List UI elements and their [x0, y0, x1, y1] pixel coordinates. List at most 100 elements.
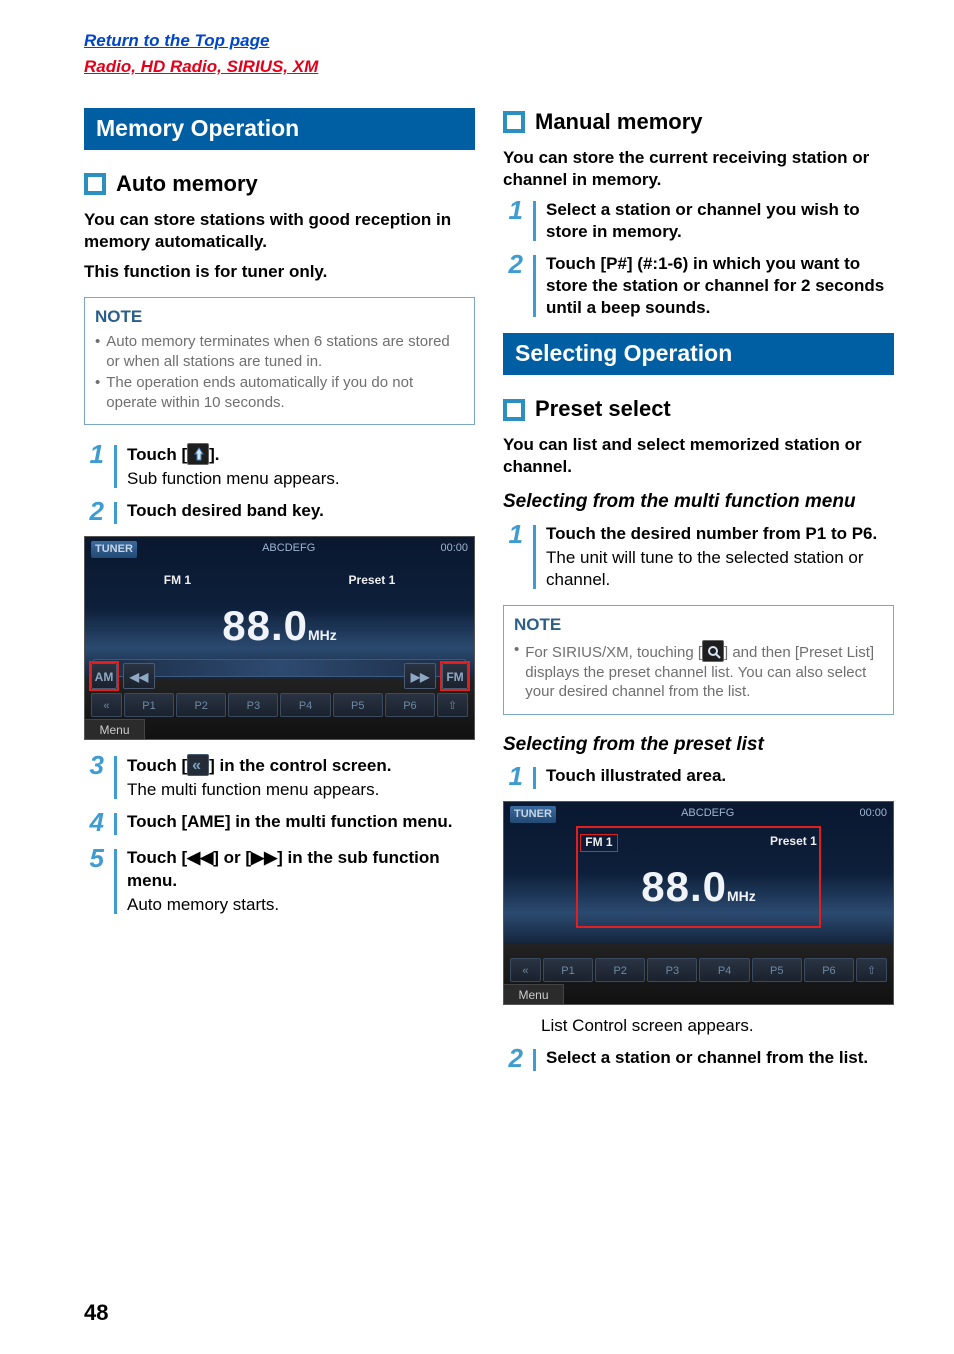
- step4-text: Touch [AME] in the multi function menu.: [127, 811, 475, 833]
- preset-select-intro: You can list and select memorized statio…: [503, 434, 894, 478]
- ss-p5-button[interactable]: P5: [333, 693, 383, 717]
- step-manual-1: 1 Select a station or channel you wish t…: [503, 199, 894, 243]
- ss-time-label: 00:00: [440, 541, 468, 557]
- ss-fm-button[interactable]: FM: [442, 663, 468, 689]
- ss-tuner-label: TUNER: [510, 806, 556, 822]
- ss-p4-button[interactable]: P4: [280, 693, 330, 717]
- step-multi-1-text: Touch the desired number from P1 to P6.: [546, 523, 894, 545]
- ss-p2-button[interactable]: P2: [595, 958, 645, 982]
- ss-p6-button[interactable]: P6: [804, 958, 854, 982]
- step3-text-a: Touch [: [127, 756, 187, 775]
- ss-fm1-label: FM 1: [164, 573, 191, 589]
- heading-preset-select-text: Preset select: [535, 395, 671, 424]
- tuner-screenshot-1: TUNER ABCDEFG 00:00 FM 1 Preset 1 88.0MH…: [84, 536, 475, 740]
- note-bullet-2: • The operation ends automatically if yo…: [95, 373, 464, 412]
- heading-manual-memory-text: Manual memory: [535, 108, 703, 137]
- step-multi-1-sub: The unit will tune to the selected stati…: [546, 547, 894, 591]
- note-box-auto: NOTE • Auto memory terminates when 6 sta…: [84, 297, 475, 425]
- note-box-preset: NOTE • For SIRIUS/XM, touching [] and th…: [503, 605, 894, 715]
- tuner-screenshot-2: TUNER ABCDEFG 00:00 FM 1 Preset 1 88.0MH…: [503, 801, 894, 1005]
- ss-pin-button[interactable]: ⇧: [437, 693, 468, 717]
- step-number: 1: [503, 197, 523, 223]
- ss-menu-button[interactable]: Menu: [85, 719, 145, 739]
- bullet-dot-icon: •: [95, 373, 100, 412]
- step-number: 1: [503, 521, 523, 547]
- step-bar-icon: [114, 813, 117, 835]
- step-preset-list-2-text: Select a station or channel from the lis…: [546, 1047, 894, 1069]
- heading-auto-memory-text: Auto memory: [116, 170, 258, 199]
- ss-abcdefg-label: ABCDEFG: [681, 806, 734, 822]
- ss-tuner-label: TUNER: [91, 541, 137, 557]
- right-column: Manual memory You can store the current …: [503, 108, 894, 1083]
- ss-chev-button[interactable]: «: [510, 958, 541, 982]
- top-link-section[interactable]: Radio, HD Radio, SIRIUS, XM: [84, 56, 894, 78]
- step-number: 4: [84, 809, 104, 835]
- heading-memory-operation: Memory Operation: [84, 108, 475, 150]
- ss-seek-back-button[interactable]: ◀◀: [123, 663, 155, 689]
- note-bullet-preset: • For SIRIUS/XM, touching [] and then [P…: [514, 640, 883, 702]
- step-bar-icon: [533, 767, 536, 789]
- ss-p3-button[interactable]: P3: [228, 693, 278, 717]
- bullet-dot-icon: •: [95, 332, 100, 371]
- note-label: NOTE: [514, 614, 883, 636]
- step-preset-list-1: 1 Touch illustrated area.: [503, 765, 894, 791]
- step-bar-icon: [533, 1049, 536, 1071]
- auto-memory-intro2: This function is for tuner only.: [84, 261, 475, 283]
- step-number: 3: [84, 752, 104, 778]
- step5-sub: Auto memory starts.: [127, 894, 475, 916]
- ss-fm1-label: FM 1: [580, 834, 617, 852]
- ss-am-button[interactable]: AM: [91, 663, 117, 689]
- ss-chev-button[interactable]: «: [91, 693, 122, 717]
- step-number: 2: [503, 1045, 523, 1071]
- ss-frequency: 88.0MHz: [504, 860, 893, 915]
- step-number: 2: [503, 251, 523, 277]
- ss-freq-value: 88.0: [222, 602, 308, 649]
- ss-p6-button[interactable]: P6: [385, 693, 435, 717]
- ss-preset-row: « P1 P2 P3 P4 P5 P6 ⇧: [510, 958, 887, 982]
- step-bar-icon: [114, 502, 117, 524]
- ss-freq-unit: MHz: [308, 627, 337, 643]
- step-manual-1-text: Select a station or channel you wish to …: [546, 199, 894, 243]
- step-number: 1: [503, 763, 523, 789]
- bullet-dot-icon: •: [514, 640, 519, 702]
- ss-p1-button[interactable]: P1: [124, 693, 174, 717]
- page-number: 48: [84, 1299, 108, 1328]
- step-number: 5: [84, 845, 104, 871]
- step1-text-a: Touch [: [127, 445, 187, 464]
- search-icon: [702, 640, 724, 662]
- ss-seek-forward-button[interactable]: ▶▶: [404, 663, 436, 689]
- ss-preset1-label: Preset 1: [349, 573, 396, 589]
- step-5: 5 Touch [◀◀] or [▶▶] in the sub function…: [84, 847, 475, 915]
- step-multi-1: 1 Touch the desired number from P1 to P6…: [503, 523, 894, 591]
- chevron-icon: [187, 754, 209, 776]
- ss-frequency: 88.0MHz: [85, 599, 474, 654]
- ss-abcdefg-label: ABCDEFG: [262, 541, 315, 557]
- step-bar-icon: [114, 445, 117, 488]
- ss-preset1-label: Preset 1: [770, 834, 817, 852]
- left-column: Memory Operation Auto memory You can sto…: [84, 108, 475, 1083]
- step-4: 4 Touch [AME] in the multi function menu…: [84, 811, 475, 837]
- note-bullet-1: • Auto memory terminates when 6 stations…: [95, 332, 464, 371]
- step5-text: Touch [◀◀] or [▶▶] in the sub function m…: [127, 847, 475, 891]
- note-preset-text-a: For SIRIUS/XM, touching [: [525, 644, 702, 661]
- step-2: 2 Touch desired band key.: [84, 500, 475, 526]
- ss-time-label: 00:00: [859, 806, 887, 822]
- ss-p4-button[interactable]: P4: [699, 958, 749, 982]
- ss-p1-button[interactable]: P1: [543, 958, 593, 982]
- step-bar-icon: [114, 756, 117, 799]
- sub-function-icon: [187, 443, 209, 465]
- step2-text: Touch desired band key.: [127, 500, 475, 522]
- step-bar-icon: [533, 255, 536, 317]
- ss-p5-button[interactable]: P5: [752, 958, 802, 982]
- ss-menu-button[interactable]: Menu: [504, 984, 564, 1004]
- step-preset-list-2: 2 Select a station or channel from the l…: [503, 1047, 894, 1073]
- step-3: 3 Touch [] in the control screen. The mu…: [84, 754, 475, 801]
- top-link-return[interactable]: Return to the Top page: [84, 30, 894, 52]
- heading-box-icon: [503, 399, 525, 421]
- ss-freq-unit: MHz: [727, 888, 756, 904]
- ss-p3-button[interactable]: P3: [647, 958, 697, 982]
- ss-p2-button[interactable]: P2: [176, 693, 226, 717]
- heading-manual-memory: Manual memory: [503, 108, 894, 137]
- ss-pin-button[interactable]: ⇧: [856, 958, 887, 982]
- note-label: NOTE: [95, 306, 464, 328]
